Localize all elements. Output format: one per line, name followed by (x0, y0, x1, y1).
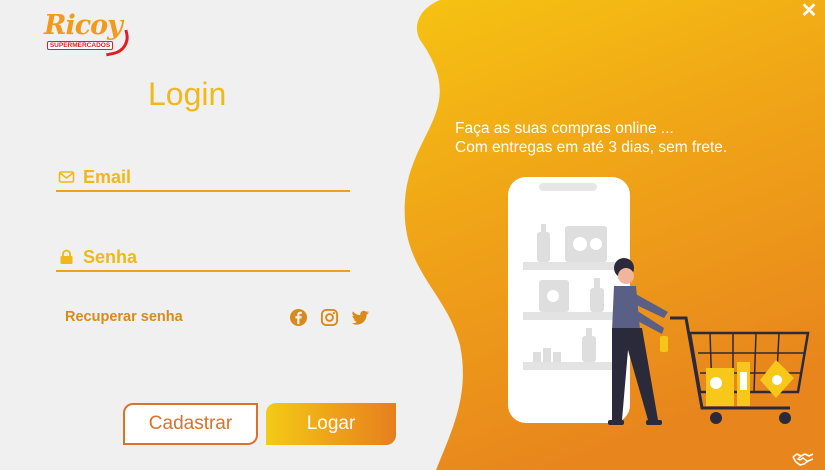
email-field[interactable] (56, 162, 350, 192)
password-field[interactable] (56, 242, 350, 272)
twitter-icon[interactable] (351, 308, 370, 327)
facebook-icon[interactable] (289, 308, 308, 327)
phone-illustration (508, 177, 630, 423)
close-button[interactable]: ✕ (799, 1, 819, 21)
promo-line-2: Com entregas em até 3 dias, sem frete. (455, 139, 728, 156)
password-input[interactable] (83, 244, 343, 270)
ricoy-logo: Ricoy SUPERMERCADOS (44, 10, 133, 57)
promo-line-1: Faça as suas compras online ... (455, 120, 674, 137)
login-button[interactable]: Logar (266, 403, 396, 445)
shopping-cart-illustration (670, 316, 810, 424)
logo-subtitle: SUPERMERCADOS (47, 41, 113, 50)
register-button[interactable]: Cadastrar (123, 403, 258, 445)
promo-tagline: Faça as suas compras online ... Com entr… (455, 119, 727, 157)
login-panel (0, 0, 470, 470)
shopper-illustration (608, 258, 668, 425)
recover-password-link[interactable]: Recuperar senha (65, 309, 183, 325)
instagram-icon[interactable] (320, 308, 339, 327)
login-title: Login (148, 76, 227, 112)
lock-icon (60, 249, 73, 264)
handshake-icon[interactable] (792, 451, 814, 467)
envelope-icon (58, 171, 75, 183)
email-input[interactable] (83, 164, 343, 190)
